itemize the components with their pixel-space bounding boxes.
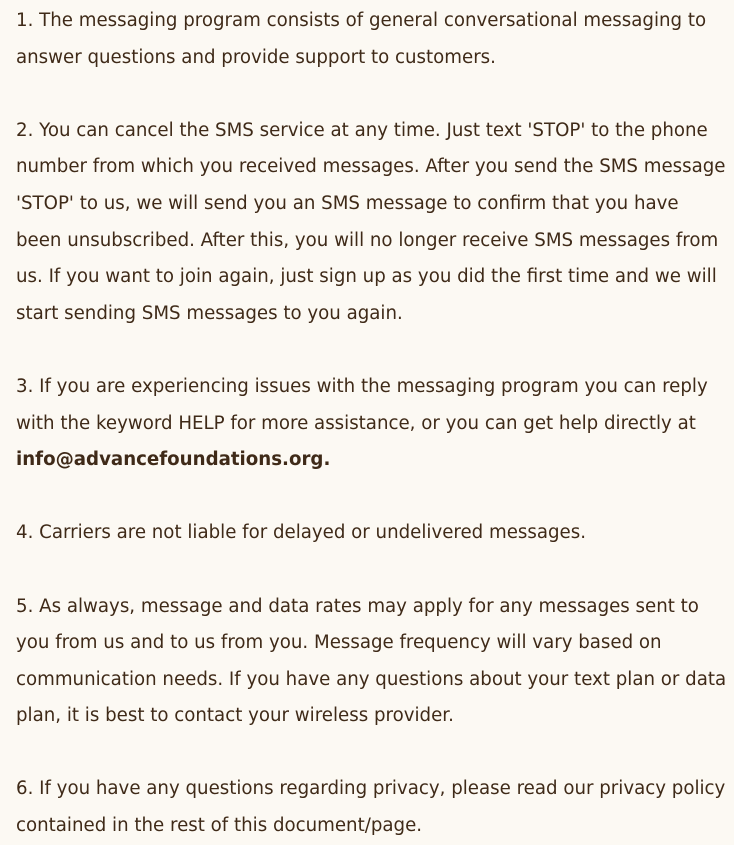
term-1-paragraph: 1. The messaging program consists of gen… [16, 10, 707, 68]
term-6-paragraph: 6. If you have any questions regarding p… [16, 778, 726, 837]
term-3-paragraph: 3. If you are experiencing issues with t… [16, 369, 728, 479]
sms-terms-content: 1. The messaging program consists of gen… [16, 3, 728, 845]
term-2-paragraph: 2. You can cancel the SMS service at any… [16, 119, 726, 324]
term-3-text: 3. If you are experiencing issues with t… [16, 375, 708, 434]
term-4-paragraph: 4. Carriers are not liable for delayed o… [16, 522, 586, 544]
term-5-paragraph: 5. As always, message and data rates may… [16, 595, 727, 727]
support-email: info@advancefoundations.org. [16, 449, 331, 471]
